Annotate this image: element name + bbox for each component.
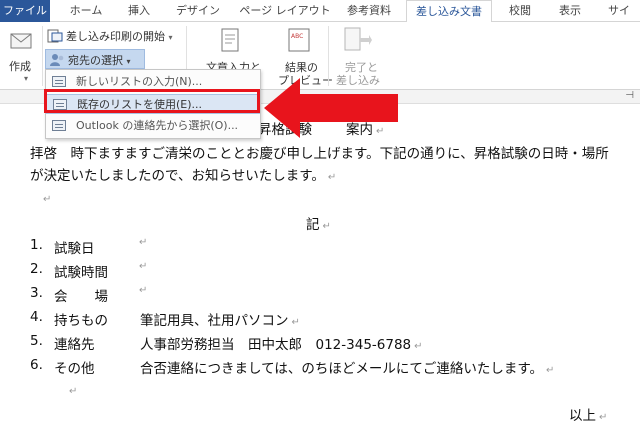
empty-paragraph: ↵ (66, 382, 77, 398)
list-label: 持ちもの (54, 313, 108, 329)
outlook-contacts-icon (52, 120, 66, 131)
ki-text: 記 (306, 217, 320, 233)
paragraph-mark: ↵ (69, 386, 78, 397)
menu-item-label: 新しいリストの入力(N)... (76, 75, 203, 88)
list-num: 6. (30, 357, 43, 373)
tab-insert[interactable]: 挿入 (116, 0, 162, 22)
paragraph-mark: ↵ (545, 365, 555, 376)
empty-paragraph: ↵ (40, 190, 51, 206)
list-item-5: 5. 連絡先 人事部労務担当 田中太郎 012-345-6788 ↵ (30, 333, 423, 353)
tab-more[interactable]: サイ (598, 0, 640, 22)
annotation-arrow-icon (264, 78, 398, 138)
doc-line-1: 拝啓 時下ますますご清栄のこととお慶び申し上げます。下記の通りに、昇格試験の日時… (30, 146, 609, 162)
finish-merge-icon[interactable] (342, 26, 372, 56)
list-value: 筆記用具、社用パソコン ↵ (140, 309, 300, 329)
paragraph-mark: ↵ (43, 194, 52, 205)
start-merge-button[interactable]: 差し込み印刷の開始 ▾ (66, 28, 173, 44)
list-item-2: 2. 試験時間 ↵ (30, 261, 147, 281)
paragraph-mark: ↵ (139, 261, 148, 272)
start-merge-label: 差し込み印刷の開始 (66, 30, 165, 43)
new-list-icon (52, 76, 66, 87)
list-label: 試験日 (54, 241, 95, 257)
insert-field-icon[interactable] (220, 28, 240, 52)
annotation-highlight-box (44, 89, 260, 113)
list-num: 3. (30, 285, 43, 301)
tab-file[interactable]: ファイル (0, 0, 50, 22)
start-merge-icon (47, 28, 63, 43)
tab-references[interactable]: 参考資料 (336, 0, 402, 22)
list-value: 合否連絡につきましては、のちほどメールにてご連絡いたします。 ↵ (140, 357, 554, 377)
doc-line-2: が決定いたしましたので、お知らせいたします。 ↵ (30, 164, 336, 184)
menu-item-label: Outlook の連絡先から選択(O)... (76, 119, 239, 132)
paragraph-mark: ↵ (414, 341, 423, 352)
recipients-people-icon (49, 52, 65, 66)
menu-item-outlook-contacts[interactable]: Outlook の連絡先から選択(O)... (46, 116, 260, 136)
list-label: 試験時間 (54, 265, 108, 281)
group-separator (42, 26, 43, 86)
paragraph-mark: ↵ (139, 285, 148, 296)
tab-design[interactable]: デザイン (166, 0, 230, 22)
create-envelope-icon[interactable] (8, 28, 34, 54)
list-label: 会 場 (54, 289, 108, 305)
list-label: その他 (54, 361, 95, 377)
list-item-4: 4. 持ちもの 筆記用具、社用パソコン ↵ (30, 309, 300, 329)
list-item-3: 3. 会 場 ↵ (30, 285, 147, 305)
list-item-6: 6. その他 合否連絡につきましては、のちほどメールにてご連絡いたします。 ↵ (30, 357, 554, 377)
list-num: 1. (30, 237, 43, 253)
tab-review[interactable]: 校閲 (496, 0, 544, 22)
list-num: 4. (30, 309, 43, 325)
select-recipients-label: 宛先の選択 (68, 54, 123, 67)
paragraph-mark: ↵ (291, 317, 300, 328)
abc-badge: ABC (291, 33, 304, 40)
tab-home[interactable]: ホーム (60, 0, 112, 22)
paragraph-mark: ↵ (322, 221, 331, 232)
tab-mailings[interactable]: 差し込み文書 (406, 0, 492, 23)
paragraph-mark: ↵ (327, 172, 337, 183)
select-recipients-chevron-icon: ▾ (126, 57, 131, 66)
ki-heading: 記 ↵ (306, 213, 331, 233)
select-recipients-text: 宛先の選択 ▾ (68, 52, 131, 68)
closing-label: 以上 (569, 408, 596, 424)
paragraph-mark: ↵ (599, 412, 608, 423)
list-item-1: 1. 試験日 ↵ (30, 237, 147, 257)
start-merge-chevron-icon: ▾ (168, 33, 173, 42)
create-chevron-icon[interactable]: ▾ (24, 74, 28, 83)
list-value-text: 人事部労務担当 田中太郎 012-345-6788 (140, 337, 412, 353)
list-value: 人事部労務担当 田中太郎 012-345-6788 ↵ (140, 333, 423, 353)
create-label[interactable]: 作成 (9, 58, 31, 74)
list-label: 連絡先 (54, 337, 95, 353)
tab-view[interactable]: 表示 (548, 0, 592, 22)
list-value-text: 筆記用具、社用パソコン (140, 313, 289, 329)
doc-line-2-text: が決定いたしましたので、お知らせいたします。 (30, 168, 325, 184)
ribbon-tab-bar: ファイル ホーム 挿入 デザイン ページ レイアウト 参考資料 差し込み文書 校… (0, 0, 640, 23)
paragraph-mark: ↵ (139, 237, 148, 248)
tab-page-layout[interactable]: ページ レイアウト (234, 0, 336, 22)
list-value-text: 合否連絡につきましては、のちほどメールにてご連絡いたします。 (140, 361, 543, 377)
closing-text: 以上 ↵ (569, 404, 607, 424)
preview-results-icon[interactable] (288, 28, 310, 52)
collapse-ribbon-icon[interactable]: ⊣ (625, 90, 634, 101)
list-num: 2. (30, 261, 43, 277)
list-num: 5. (30, 333, 43, 349)
